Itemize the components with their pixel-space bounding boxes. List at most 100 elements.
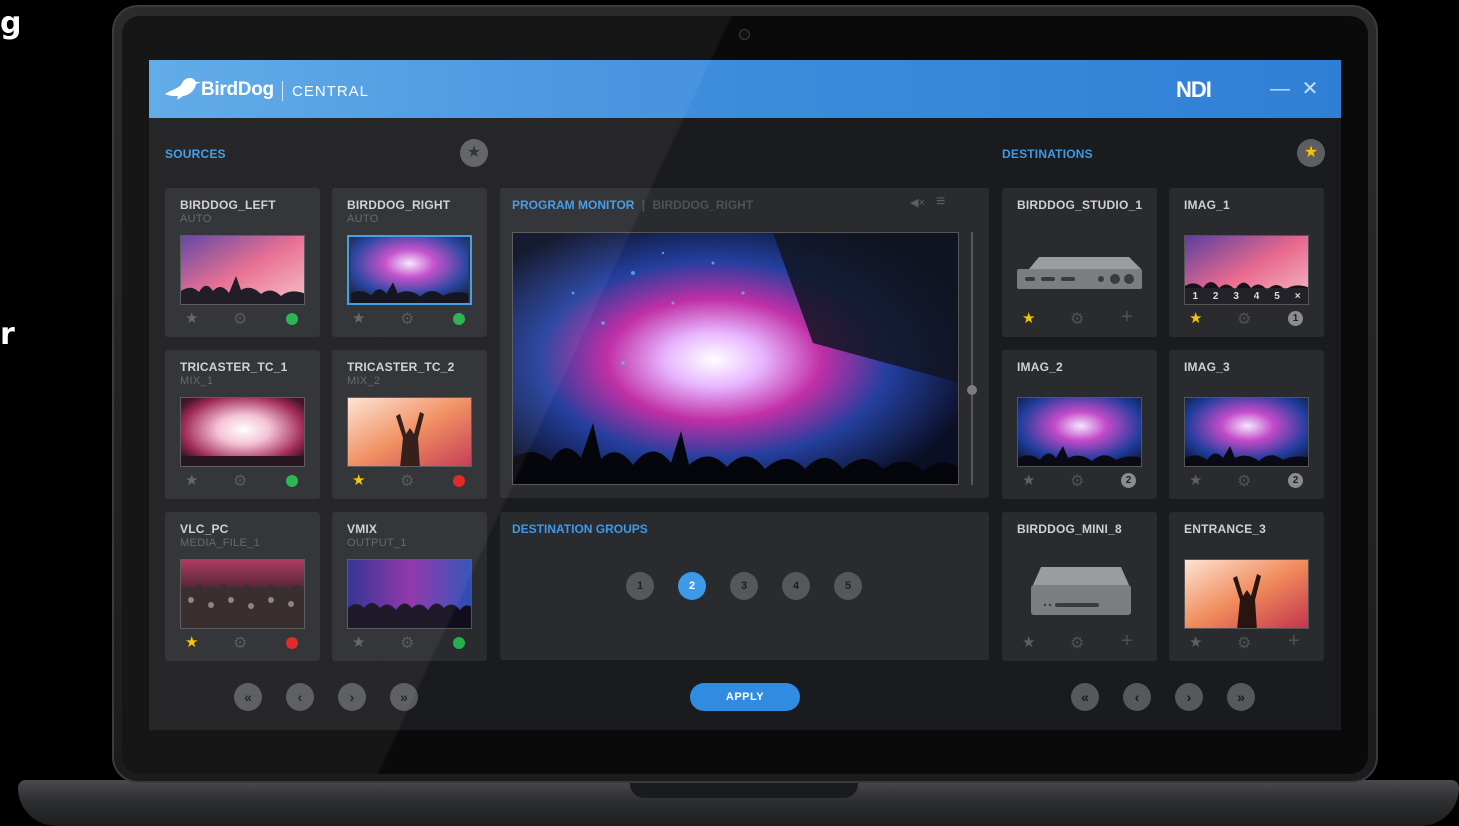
group-button-4[interactable]: 4 <box>782 572 810 600</box>
star-icon[interactable]: ★ <box>1022 633 1035 651</box>
program-monitor-label: PROGRAM MONITOR <box>512 198 635 212</box>
destination-card-entrance-3[interactable]: ENTRANCE_3 ★ ⚙ + <box>1169 512 1324 661</box>
destination-name: IMAG_3 <box>1184 360 1230 374</box>
star-icon[interactable]: ★ <box>185 309 198 327</box>
volume-slider-handle[interactable] <box>967 385 977 395</box>
star-icon: ★ <box>466 144 482 161</box>
destination-name: BIRDDOG_MINI_8 <box>1017 522 1122 536</box>
source-card-vlc-pc[interactable]: VLC_PC MEDIA_FILE_1 ★ ⚙ <box>165 512 320 661</box>
group-button-2[interactable]: 2 <box>678 572 706 600</box>
group-overlay: 1 2 3 4 5 × <box>1185 288 1308 304</box>
star-icon[interactable]: ★ <box>1189 471 1202 489</box>
overlay-5[interactable]: 5 <box>1274 291 1280 302</box>
sources-next-page-button[interactable]: › <box>338 683 366 711</box>
destination-card-imag-1[interactable]: IMAG_1 1 2 3 4 5 × ★ ⚙ 1 <box>1169 188 1324 337</box>
star-icon[interactable]: ★ <box>1189 633 1202 651</box>
program-monitor-source: BIRDDOG_RIGHT <box>652 198 754 212</box>
star-icon[interactable]: ★ <box>1189 309 1202 327</box>
gear-icon[interactable]: ⚙ <box>400 633 414 653</box>
sources-first-page-button[interactable]: « <box>234 683 262 711</box>
gear-icon[interactable]: ⚙ <box>1070 471 1084 491</box>
group-number-badge: 2 <box>1288 473 1303 488</box>
gear-icon[interactable]: ⚙ <box>400 309 414 329</box>
gear-icon[interactable]: ⚙ <box>1070 309 1084 329</box>
source-thumbnail[interactable] <box>347 559 472 629</box>
group-button-3[interactable]: 3 <box>730 572 758 600</box>
destination-name: IMAG_2 <box>1017 360 1063 374</box>
sources-label: SOURCES <box>165 147 226 161</box>
overlay-1[interactable]: 1 <box>1192 291 1198 302</box>
destinations-favorites-button[interactable]: ★ <box>1297 139 1325 167</box>
studio-device-image <box>1017 235 1142 305</box>
source-thumbnail[interactable] <box>347 397 472 467</box>
apply-button[interactable]: APPLY <box>690 683 800 711</box>
destinations-next-page-button[interactable]: › <box>1175 683 1203 711</box>
volume-slider-track[interactable] <box>971 232 973 485</box>
gear-icon[interactable]: ⚙ <box>233 471 247 491</box>
program-monitor-panel: PROGRAM MONITOR | BIRDDOG_RIGHT ◀× ≡ <box>500 188 989 498</box>
star-icon[interactable]: ★ <box>1022 471 1035 489</box>
status-dot-icon <box>286 475 298 487</box>
sources-prev-page-button[interactable]: ‹ <box>286 683 314 711</box>
source-card-tricaster-tc-1[interactable]: TRICASTER_TC_1 MIX_1 ★ ⚙ <box>165 350 320 499</box>
star-icon[interactable]: ★ <box>352 633 365 651</box>
star-icon: ★ <box>1303 144 1319 161</box>
destination-card-imag-3[interactable]: IMAG_3 ★ ⚙ 2 <box>1169 350 1324 499</box>
gear-icon[interactable]: ⚙ <box>1237 309 1251 329</box>
plus-icon[interactable]: + <box>1288 630 1300 653</box>
overlay-3[interactable]: 3 <box>1233 291 1239 302</box>
gear-icon[interactable]: ⚙ <box>400 471 414 491</box>
source-card-birddog-right[interactable]: BIRDDOG_RIGHT AUTO ★ ⚙ <box>332 188 487 337</box>
program-monitor-screen <box>512 232 959 485</box>
plus-icon[interactable]: + <box>1121 630 1133 653</box>
source-thumbnail[interactable] <box>180 559 305 629</box>
destination-thumbnail[interactable] <box>1184 559 1309 629</box>
source-name: BIRDDOG_LEFT <box>180 198 276 212</box>
source-thumbnail-selected[interactable] <box>347 235 472 305</box>
destination-card-imag-2[interactable]: IMAG_2 ★ ⚙ 2 <box>1002 350 1157 499</box>
destinations-last-page-button[interactable]: » <box>1227 683 1255 711</box>
sources-last-page-button[interactable]: » <box>390 683 418 711</box>
sources-favorites-button[interactable]: ★ <box>460 139 488 167</box>
plus-icon[interactable]: + <box>1121 306 1133 329</box>
gear-icon[interactable]: ⚙ <box>1237 471 1251 491</box>
mute-icon[interactable]: ◀× <box>910 196 925 209</box>
minimize-button[interactable]: — <box>1269 78 1291 100</box>
star-icon[interactable]: ★ <box>352 309 365 327</box>
destination-card-birddog-mini-8[interactable]: BIRDDOG_MINI_8 ★ ⚙ + <box>1002 512 1157 661</box>
star-icon[interactable]: ★ <box>185 633 198 651</box>
destinations-prev-page-button[interactable]: ‹ <box>1123 683 1151 711</box>
overlay-4[interactable]: 4 <box>1254 291 1260 302</box>
star-icon[interactable]: ★ <box>1022 309 1035 327</box>
gear-icon[interactable]: ⚙ <box>1070 633 1084 653</box>
star-icon[interactable]: ★ <box>352 471 365 489</box>
group-button-1[interactable]: 1 <box>626 572 654 600</box>
destination-groups-label: DESTINATION GROUPS <box>512 522 648 536</box>
source-thumbnail[interactable] <box>180 235 305 305</box>
source-name: VLC_PC <box>180 522 229 536</box>
gear-icon[interactable]: ⚙ <box>1237 633 1251 653</box>
destinations-first-page-button[interactable]: « <box>1071 683 1099 711</box>
source-card-birddog-left[interactable]: BIRDDOG_LEFT AUTO ★ ⚙ <box>165 188 320 337</box>
cropped-text-r: r <box>0 317 15 352</box>
status-dot-icon <box>286 637 298 649</box>
source-sub: AUTO <box>180 213 212 225</box>
destination-name: ENTRANCE_3 <box>1184 522 1267 536</box>
destination-thumbnail[interactable] <box>1017 397 1142 467</box>
source-card-vmix[interactable]: VMIX OUTPUT_1 ★ ⚙ <box>332 512 487 661</box>
destination-thumbnail[interactable] <box>1184 397 1309 467</box>
star-icon[interactable]: ★ <box>185 471 198 489</box>
source-thumbnail[interactable] <box>180 397 305 467</box>
overlay-2[interactable]: 2 <box>1213 291 1219 302</box>
gear-icon[interactable]: ⚙ <box>233 633 247 653</box>
ndi-logo: NDI <box>1176 77 1212 102</box>
overlay-close[interactable]: × <box>1295 291 1301 302</box>
mini-device-image <box>1017 559 1142 629</box>
gear-icon[interactable]: ⚙ <box>233 309 247 329</box>
destination-card-birddog-studio-1[interactable]: BIRDDOG_STUDIO_1 ★ ⚙ + <box>1002 188 1157 337</box>
close-button[interactable]: ✕ <box>1299 78 1321 100</box>
group-button-5[interactable]: 5 <box>834 572 862 600</box>
source-card-tricaster-tc-2[interactable]: TRICASTER_TC_2 MIX_2 ★ ⚙ <box>332 350 487 499</box>
menu-icon[interactable]: ≡ <box>936 193 945 211</box>
destination-thumbnail[interactable]: 1 2 3 4 5 × <box>1184 235 1309 305</box>
